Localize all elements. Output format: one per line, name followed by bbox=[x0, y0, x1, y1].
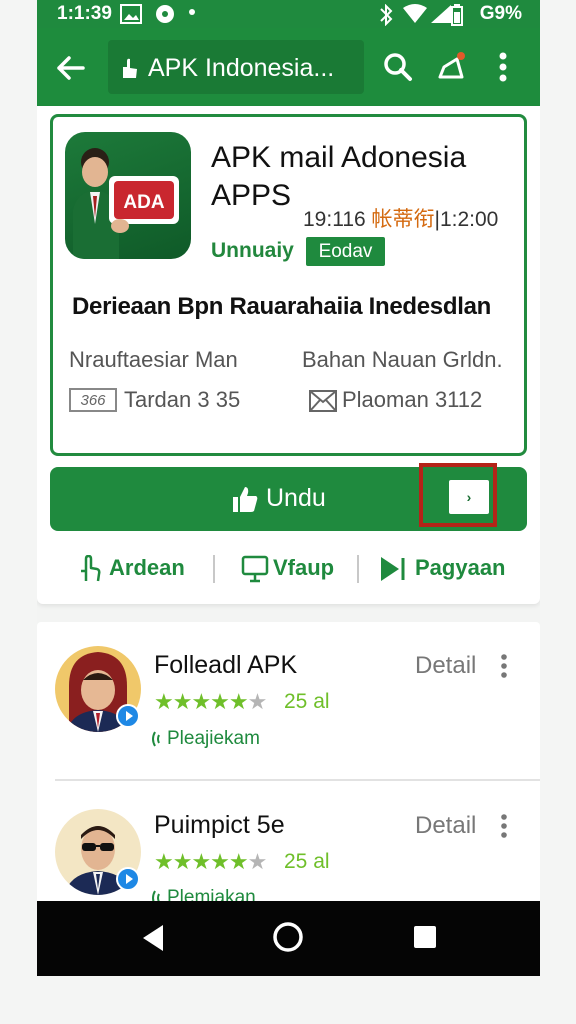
search-icon[interactable] bbox=[383, 52, 413, 82]
status-time: 1:1:39 bbox=[57, 3, 112, 24]
meta-accent: 帐蒂衔 bbox=[371, 208, 435, 231]
app-meta: 19:116 帐蒂衔|1:2:00 bbox=[303, 203, 498, 233]
action-label: Ardean bbox=[109, 555, 185, 580]
detail-link[interactable]: Detail bbox=[415, 652, 476, 680]
action-vfaup[interactable]: Vfaup bbox=[241, 549, 371, 589]
star-rating: ★★★★★★ bbox=[154, 689, 267, 714]
battery-icon bbox=[451, 4, 463, 26]
nav-back-icon[interactable] bbox=[141, 923, 165, 953]
rating-count: 25 al bbox=[284, 850, 330, 873]
play-icon bbox=[381, 557, 405, 581]
monitor-icon bbox=[241, 555, 269, 583]
detail-link[interactable]: Detail bbox=[415, 812, 476, 840]
star-rating: ★★★★★★ bbox=[154, 849, 267, 874]
item-menu-icon[interactable] bbox=[499, 814, 509, 838]
nav-recents-icon[interactable] bbox=[413, 925, 437, 949]
bell-icon[interactable] bbox=[437, 51, 467, 81]
action-label: Pagyaan bbox=[415, 555, 506, 580]
related-apps-list: Folleadl APK Detail ★★★★★★ 25 al Pleajie… bbox=[37, 622, 540, 912]
image-icon bbox=[120, 4, 142, 24]
app-bar: APK Indonesia... bbox=[37, 28, 540, 106]
verified-badge-icon bbox=[116, 704, 140, 728]
spec-right-bottom: Plaoman 3112 bbox=[342, 387, 483, 412]
rating-count: 25 al bbox=[284, 690, 330, 713]
small-dot-icon bbox=[189, 9, 195, 15]
mail-icon bbox=[309, 390, 337, 412]
hand-icon bbox=[123, 58, 137, 78]
back-arrow-icon[interactable] bbox=[55, 52, 87, 84]
app-icon: ADA bbox=[65, 132, 191, 259]
download-button[interactable]: Undu › bbox=[50, 463, 527, 531]
nav-home-icon[interactable] bbox=[272, 921, 304, 953]
app-icon-sign-text: ADA bbox=[123, 192, 164, 213]
play-badge-icon bbox=[126, 711, 133, 721]
action-pagyaan[interactable]: Pagyaan bbox=[379, 549, 539, 589]
item-menu-icon[interactable] bbox=[499, 654, 509, 678]
size-badge-text: 366 bbox=[80, 392, 106, 409]
verified-badge-icon bbox=[116, 867, 140, 891]
actions-row: Ardean Vfaup Pagyaan bbox=[37, 549, 540, 589]
overflow-menu-icon[interactable] bbox=[497, 52, 509, 82]
action-label: Vfaup bbox=[273, 555, 335, 580]
spec-left-top: Nrauftaesiar Man bbox=[69, 347, 238, 372]
address-bar[interactable]: APK Indonesia... bbox=[108, 40, 364, 94]
notification-dot-icon bbox=[156, 5, 174, 23]
status-bar: 1:1:39 G9% bbox=[37, 0, 540, 28]
item-title[interactable]: Puimpict 5e bbox=[154, 811, 285, 840]
phone-screen: 1:1:39 G9% APK Indonesia... ADA APK mail… bbox=[37, 0, 540, 976]
bluetooth-icon bbox=[380, 4, 393, 26]
size-badge-icon: 366 bbox=[69, 388, 117, 412]
list-item[interactable]: Folleadl APK Detail ★★★★★★ 25 al Pleajie… bbox=[37, 622, 540, 782]
battery-percent: G9% bbox=[479, 3, 522, 24]
download-label: Undu bbox=[266, 484, 326, 512]
system-nav-bar bbox=[37, 901, 540, 976]
meta-right: |1:2:00 bbox=[434, 208, 499, 231]
item-title[interactable]: Folleadl APK bbox=[154, 651, 297, 680]
app-description: Derieaan Bpn Rauarahaiia Inedesdlan bbox=[72, 293, 491, 320]
phone-signal-icon bbox=[152, 731, 160, 747]
signal-icon bbox=[431, 5, 451, 23]
app-icon-illustration: ADA bbox=[73, 148, 179, 259]
developer-name[interactable]: Unnuaiy bbox=[211, 239, 294, 263]
play-badge-icon bbox=[126, 874, 133, 884]
action-ardean[interactable]: Ardean bbox=[79, 549, 229, 589]
action-divider bbox=[357, 555, 359, 583]
item-sub-label: Pleajiekam bbox=[167, 728, 260, 749]
action-divider bbox=[213, 555, 215, 583]
hand-pointer-icon bbox=[81, 555, 101, 582]
thumbs-up-icon bbox=[233, 487, 258, 512]
download-arrow-button[interactable]: › bbox=[449, 480, 489, 514]
meta-left: 19:116 bbox=[303, 208, 366, 231]
app-info-card: ADA APK mail Adonesia APPS 19:116 帐蒂衔|1:… bbox=[50, 114, 527, 456]
download-arrow-highlight[interactable]: › bbox=[419, 463, 497, 527]
app-detail-panel: ADA APK mail Adonesia APPS 19:116 帐蒂衔|1:… bbox=[37, 106, 540, 604]
tag-button[interactable]: Eodav bbox=[306, 237, 385, 266]
spec-left-bottom: Tardan 3 35 bbox=[124, 387, 241, 412]
row-divider bbox=[55, 779, 540, 781]
spec-right-top: Bahan Nauan Grldn. bbox=[302, 347, 503, 372]
address-text: APK Indonesia... bbox=[148, 54, 335, 82]
wifi-icon bbox=[403, 4, 427, 23]
